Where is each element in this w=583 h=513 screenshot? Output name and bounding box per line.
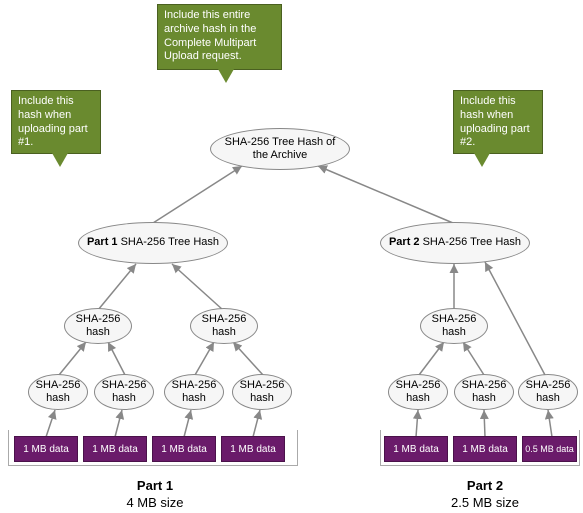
- node-part1-tree-hash: Part 1 SHA-256 Tree Hash: [78, 222, 228, 264]
- callout-part1-hash: Include this hash when uploading part #1…: [11, 90, 101, 154]
- data-block-label: 1 MB data: [393, 444, 439, 455]
- node-label: Part 2 SHA-256 Tree Hash: [389, 236, 521, 249]
- data-block-1mb: 1 MB data: [152, 436, 216, 462]
- data-block-label: 0.5 MB data: [525, 444, 574, 454]
- node-leaf-hash: SHA-256 hash: [388, 374, 448, 410]
- node-label: SHA-256 hash: [35, 379, 81, 405]
- node-label: SHA-256 hash: [71, 313, 125, 339]
- node-label: Part 1 SHA-256 Tree Hash: [87, 236, 219, 249]
- node-label: SHA-256 hash: [171, 379, 217, 405]
- data-block-label: 1 MB data: [161, 444, 207, 455]
- node-inter-hash: SHA-256 hash: [64, 308, 132, 344]
- callout-text: Include this hash when uploading part #2…: [460, 95, 530, 148]
- node-label: SHA-256 hash: [395, 379, 441, 405]
- node-label: SHA-256 hash: [427, 313, 481, 339]
- part-name: Part 2: [430, 478, 540, 495]
- node-label: SHA-256 Tree Hash of the Archive: [217, 136, 343, 162]
- part1-label: Part 1 4 MB size: [100, 478, 210, 512]
- part-size: 2.5 MB size: [430, 495, 540, 512]
- data-block-half-mb: 0.5 MB data: [522, 436, 577, 462]
- data-block-1mb: 1 MB data: [14, 436, 78, 462]
- data-block-1mb: 1 MB data: [384, 436, 448, 462]
- node-label: SHA-256 hash: [101, 379, 147, 405]
- data-block-1mb: 1 MB data: [453, 436, 517, 462]
- node-archive-hash: SHA-256 Tree Hash of the Archive: [210, 128, 350, 170]
- node-label: SHA-256 hash: [197, 313, 251, 339]
- node-inter-hash: SHA-256 hash: [190, 308, 258, 344]
- node-leaf-hash: SHA-256 hash: [28, 374, 88, 410]
- node-label: SHA-256 hash: [239, 379, 285, 405]
- node-leaf-hash: SHA-256 hash: [232, 374, 292, 410]
- data-block-label: 1 MB data: [230, 444, 276, 455]
- data-block-label: 1 MB data: [462, 444, 508, 455]
- node-label: SHA-256 hash: [461, 379, 507, 405]
- callout-part2-hash: Include this hash when uploading part #2…: [453, 90, 543, 154]
- node-inter-hash: SHA-256 hash: [420, 308, 488, 344]
- node-leaf-hash: SHA-256 hash: [94, 374, 154, 410]
- data-block-1mb: 1 MB data: [83, 436, 147, 462]
- data-block-label: 1 MB data: [92, 444, 138, 455]
- node-leaf-hash: SHA-256 hash: [518, 374, 578, 410]
- part-size: 4 MB size: [100, 495, 210, 512]
- data-block-1mb: 1 MB data: [221, 436, 285, 462]
- data-block-label: 1 MB data: [23, 444, 69, 455]
- node-part2-tree-hash: Part 2 SHA-256 Tree Hash: [380, 222, 530, 264]
- part-name: Part 1: [100, 478, 210, 495]
- part2-label: Part 2 2.5 MB size: [430, 478, 540, 512]
- node-leaf-hash: SHA-256 hash: [164, 374, 224, 410]
- callout-text: Include this hash when uploading part #1…: [18, 95, 88, 148]
- callout-archive-hash: Include this entire archive hash in the …: [157, 4, 282, 70]
- callout-text: Include this entire archive hash in the …: [164, 9, 256, 62]
- node-label: SHA-256 hash: [525, 379, 571, 405]
- node-leaf-hash: SHA-256 hash: [454, 374, 514, 410]
